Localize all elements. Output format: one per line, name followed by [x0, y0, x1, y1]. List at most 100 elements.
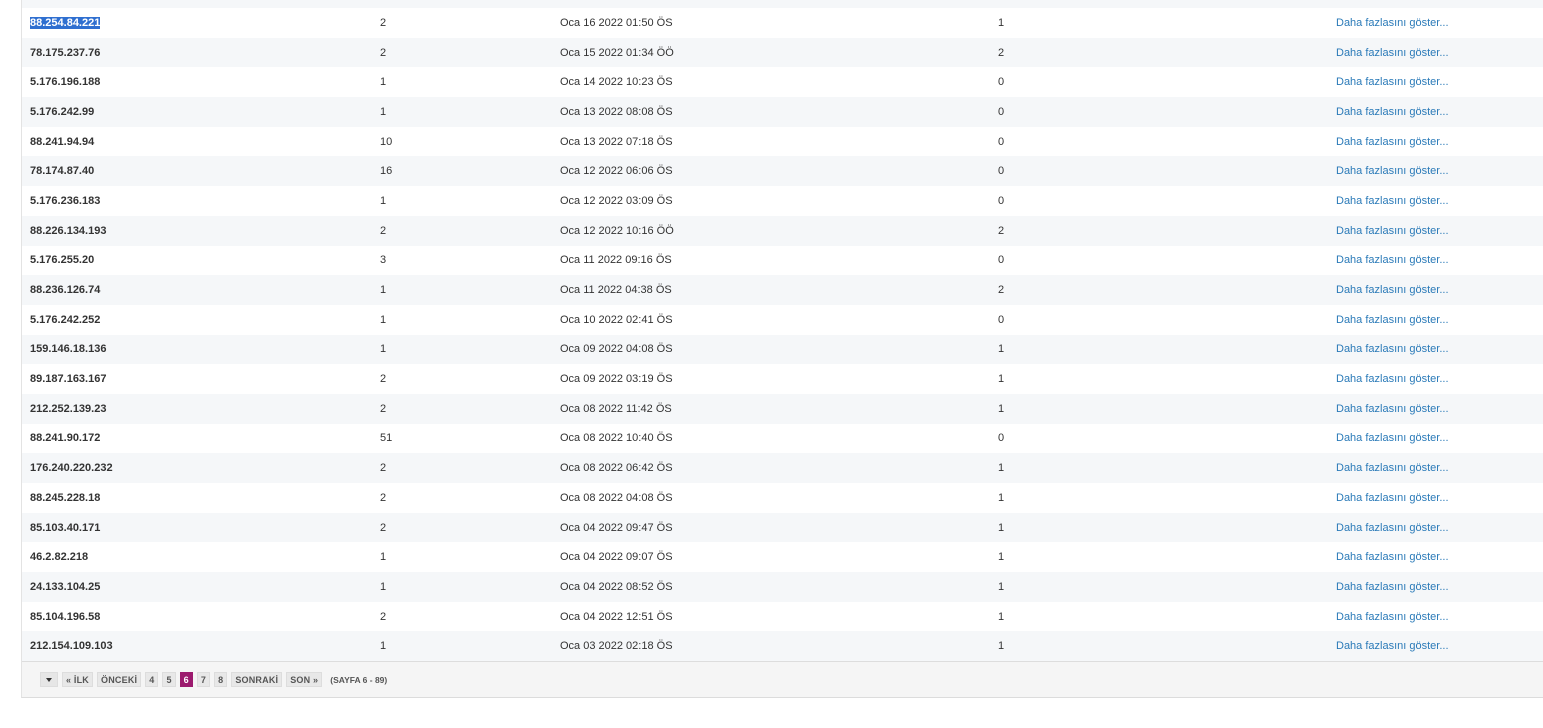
show-more-link[interactable]: Daha fazlasını göster...: [1336, 225, 1449, 237]
ip-address-cell: 78.175.237.76: [30, 46, 101, 59]
show-more-link[interactable]: Daha fazlasını göster...: [1336, 165, 1449, 177]
show-more-cell: Daha fazlasını göster...: [1328, 394, 1543, 424]
show-more-link[interactable]: Daha fazlasını göster...: [1336, 47, 1449, 59]
ip-address-cell: 78.174.87.40: [30, 165, 95, 178]
table-row: 212.154.109.103 1 Oca 03 2022 02:18 ÖS 1 Dah…: [22, 631, 1543, 662]
table-row: 176.240.220.232 2 Oca 08 2022 06:42 ÖS 1 Dah…: [22, 453, 1543, 483]
show-more-link[interactable]: Daha fazlasını göster...: [1336, 432, 1449, 444]
show-more-cell: Daha fazlasını göster...: [1328, 513, 1543, 543]
page-size-dropdown[interactable]: [40, 672, 58, 687]
show-more-link[interactable]: Daha fazlasını göster...: [1336, 551, 1449, 563]
ip-address-cell: 5.176.242.99: [30, 105, 95, 118]
visit-count-cell: 1: [380, 284, 387, 297]
ip-address-cell: 88.241.94.94: [30, 135, 95, 148]
page-number-button[interactable]: 7: [196, 672, 211, 687]
table-row: 5.176.255.20 3 Oca 11 2022 09:16 ÖS 0 Daha f…: [22, 246, 1543, 276]
previous-page-button[interactable]: ÖNCEKİ: [97, 672, 142, 687]
number-cell: 1: [998, 580, 1005, 593]
ip-address-cell: 5.176.236.183: [30, 194, 101, 207]
ip-address-cell: 5.176.196.188: [30, 76, 101, 89]
table-row: 159.146.18.136 1 Oca 09 2022 04:08 ÖS 1 Daha…: [22, 334, 1543, 365]
visit-count-cell: 2: [380, 491, 387, 504]
number-cell: 2: [998, 46, 1005, 59]
show-more-link[interactable]: Daha fazlasını göster...: [1336, 284, 1449, 296]
show-more-cell: Daha fazlasını göster...: [1328, 246, 1543, 276]
number-cell: 1: [998, 373, 1005, 386]
show-more-link[interactable]: Daha fazlasını göster...: [1336, 581, 1449, 593]
table-row: 5.176.236.183 1 Oca 12 2022 03:09 ÖS 0 Daha …: [22, 186, 1543, 216]
show-more-cell: Daha fazlasını göster...: [1328, 305, 1543, 335]
date-cell: Oca 04 2022 12:51 ÖS: [560, 610, 673, 623]
ip-address-cell: 88.245.228.18: [30, 491, 101, 504]
number-cell: 1: [998, 610, 1005, 623]
date-cell: Oca 12 2022 06:06 ÖS: [560, 165, 673, 178]
show-more-cell: Daha fazlasını göster...: [1328, 38, 1543, 68]
show-more-link[interactable]: Daha fazlasını göster...: [1336, 343, 1449, 355]
show-more-cell: Daha fazlasını göster...: [1328, 602, 1543, 632]
ip-address-cell: 85.103.40.171: [30, 521, 101, 534]
page-number-button[interactable]: 8: [214, 672, 228, 687]
number-cell: 2: [998, 284, 1005, 297]
date-cell: Oca 08 2022 06:42 ÖS: [560, 462, 673, 475]
number-cell: 1: [998, 491, 1005, 504]
show-more-link[interactable]: Daha fazlasını göster...: [1336, 76, 1449, 88]
page-number-links: 45678: [145, 672, 231, 687]
ip-address-cell: 88.241.90.172: [30, 432, 101, 445]
table-row: 46.2.82.218 1 Oca 04 2022 09:07 ÖS 1 Daha fa…: [22, 542, 1543, 572]
show-more-link[interactable]: Daha fazlasını göster...: [1336, 611, 1449, 623]
number-cell: 1: [998, 521, 1005, 534]
show-more-cell: Daha fazlasını göster...: [1328, 572, 1543, 602]
show-more-link[interactable]: Daha fazlasını göster...: [1336, 462, 1449, 474]
show-more-link[interactable]: Daha fazlasını göster...: [1336, 106, 1449, 118]
ip-address-cell: 5.176.255.20: [30, 254, 95, 267]
show-more-link[interactable]: Daha fazlasını göster...: [1336, 314, 1449, 326]
visit-count-cell: 1: [380, 105, 387, 118]
ip-address-cell: 46.2.82.218: [30, 551, 89, 564]
number-cell: 0: [998, 105, 1005, 118]
ip-address-cell: 88.254.84.221: [22, 8, 372, 38]
show-more-link[interactable]: Daha fazlasını göster...: [1336, 492, 1449, 504]
first-page-button[interactable]: « İLK: [62, 672, 94, 687]
table-row: 89.187.163.167 2 Oca 09 2022 03:19 ÖS 1 Daha…: [22, 364, 1543, 394]
show-more-cell: Daha fazlasını göster...: [1328, 186, 1543, 216]
visit-count-cell: 2: [380, 521, 387, 534]
number-cell: 1: [998, 343, 1005, 356]
show-more-cell: Daha fazlasını göster...: [1328, 424, 1543, 454]
visit-count-cell: 2: [380, 224, 387, 237]
page-number-button[interactable]: 4: [145, 672, 159, 687]
ip-address-cell: 24.133.104.25: [30, 580, 101, 593]
table-row: 212.252.139.23 2 Oca 08 2022 11:42 ÖS 1 Daha…: [22, 393, 1543, 424]
show-more-cell: Daha fazlasını göster...: [1328, 631, 1543, 661]
show-more-link[interactable]: Daha fazlasını göster...: [1336, 17, 1449, 29]
date-cell: Oca 09 2022 03:19 ÖS: [560, 373, 673, 386]
date-cell: Oca 13 2022 08:08 ÖS: [560, 105, 673, 118]
show-more-link[interactable]: Daha fazlasını göster...: [1336, 373, 1449, 385]
visit-count-cell: 2: [380, 610, 387, 623]
date-cell: Oca 15 2022 01:34 ÖÖ: [560, 46, 674, 59]
table-row: 88.241.94.94 10 Oca 13 2022 07:18 ÖS 0 Daha …: [22, 127, 1543, 157]
show-more-link[interactable]: Daha fazlasını göster...: [1336, 195, 1449, 207]
show-more-cell: Daha fazlasını göster...: [1328, 127, 1543, 157]
show-more-link[interactable]: Daha fazlasını göster...: [1336, 403, 1449, 415]
current-page-button[interactable]: 6: [179, 672, 193, 687]
number-cell: 1: [998, 16, 1005, 29]
visit-count-cell: 2: [380, 16, 387, 29]
show-more-link[interactable]: Daha fazlasını göster...: [1336, 522, 1449, 534]
caret-down-icon: [46, 677, 52, 682]
show-more-cell: Daha fazlasını göster...: [1328, 97, 1543, 127]
table-row: 78.174.87.40 16 Oca 12 2022 06:06 ÖS 0 Daha …: [22, 156, 1543, 187]
show-more-link[interactable]: Daha fazlasını göster...: [1336, 640, 1449, 652]
ip-address-cell: 5.176.242.252: [30, 313, 101, 326]
number-cell: 0: [998, 432, 1005, 445]
selected-ip-text: 88.254.84.221: [30, 16, 101, 29]
show-more-link[interactable]: Daha fazlasını göster...: [1336, 254, 1449, 266]
show-more-cell: Daha fazlasını göster...: [1328, 364, 1543, 394]
last-page-button[interactable]: SON »: [286, 672, 323, 687]
ip-address-cell: 159.146.18.136: [30, 343, 107, 356]
show-more-link[interactable]: Daha fazlasını göster...: [1336, 136, 1449, 148]
number-cell: 2: [998, 224, 1005, 237]
visit-count-cell: 3: [380, 254, 387, 267]
next-page-button[interactable]: SONRAKİ: [231, 672, 283, 687]
date-cell: Oca 08 2022 10:40 ÖS: [560, 432, 673, 445]
page-number-button[interactable]: 5: [162, 672, 176, 687]
